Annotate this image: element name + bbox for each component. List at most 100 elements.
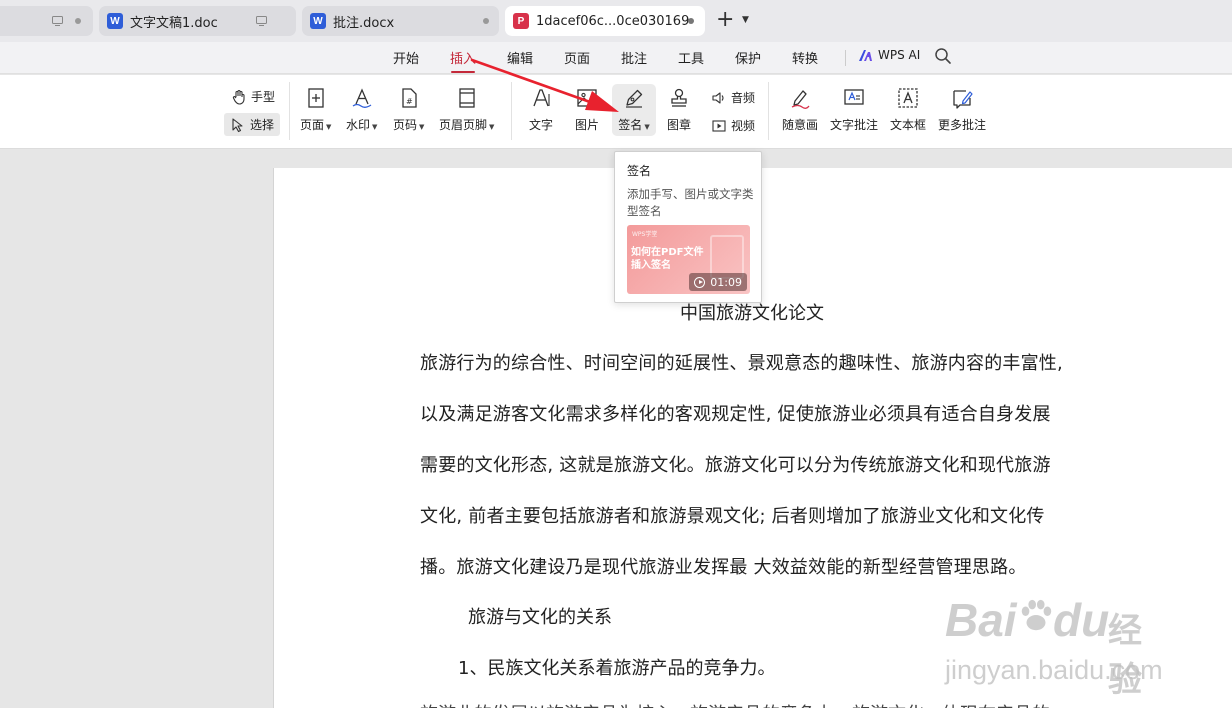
section-heading: 旅游与文化的关系: [468, 607, 612, 628]
stamp-button[interactable]: 图章: [667, 86, 691, 133]
select-tool-button[interactable]: 选择: [224, 113, 281, 136]
chevron-down-icon[interactable]: ▼: [742, 15, 749, 25]
watermark-button[interactable]: 水印 ▼: [346, 86, 377, 133]
paragraph-line: 需要的文化形态, 这就是旅游文化。旅游文化可以分为传统旅游文化和现代旅游: [420, 455, 1051, 476]
page-button[interactable]: 页面 ▼: [300, 86, 331, 133]
stamp-icon: [671, 88, 687, 107]
section-subheading: 1、民族文化关系着旅游产品的竞争力。: [458, 658, 776, 679]
new-tab-button[interactable]: +: [716, 9, 734, 31]
page-label: 页面: [300, 118, 325, 132]
select-tool-label: 选择: [250, 118, 275, 132]
menu-insert[interactable]: 插入: [450, 48, 476, 73]
tab-document-1[interactable]: W 文字文稿1.doc: [99, 6, 296, 36]
watermark-url: jingyan.baidu.com: [945, 655, 1163, 685]
tab-label: 批注.docx: [333, 15, 395, 31]
tab-comments-docx[interactable]: W 批注.docx: [302, 6, 499, 36]
tab-status-dot: [75, 18, 81, 24]
search-icon[interactable]: [933, 46, 953, 66]
freehand-label: 随意画: [782, 118, 819, 132]
tab-previous[interactable]: [0, 6, 93, 36]
word-doc-icon: W: [107, 13, 123, 29]
page-number-button[interactable]: # 页码 ▼: [393, 86, 424, 133]
menu-convert[interactable]: 转换: [792, 48, 818, 67]
textbox-icon: [898, 88, 918, 108]
video-title: 如何在PDF文件插入签名: [631, 247, 704, 271]
audio-button[interactable]: 音频: [706, 87, 760, 108]
menu-start[interactable]: 开始: [393, 48, 419, 67]
tooltip-description: 添加手写、图片或文字类型签名: [627, 187, 754, 218]
chevron-down-icon: ▼: [644, 123, 650, 131]
pen-signature-icon: [626, 89, 643, 108]
tab-label: 文字文稿1.doc: [130, 15, 218, 31]
signature-button[interactable]: 签名 ▼: [612, 84, 656, 136]
menu-protect[interactable]: 保护: [735, 48, 761, 67]
page-number-label: 页码: [393, 118, 418, 132]
watermark-label: 水印: [346, 118, 371, 132]
more-comments-button[interactable]: 更多批注: [938, 86, 986, 133]
paragraph-line: 播。旅游文化建设乃是现代旅游业发挥最 大效益效能的新型经营管理思路。: [420, 557, 1027, 578]
header-footer-button[interactable]: 页眉页脚 ▼: [439, 86, 494, 133]
video-label: 视频: [731, 119, 756, 133]
chevron-down-icon: ▼: [372, 123, 378, 131]
text-button[interactable]: 文字: [529, 86, 553, 133]
chevron-down-icon: ▼: [489, 123, 495, 131]
header-footer-icon: [459, 88, 475, 108]
chevron-down-icon: ▼: [419, 123, 425, 131]
menu-edit[interactable]: 编辑: [507, 48, 533, 67]
word-doc-icon: W: [310, 13, 326, 29]
image-icon: [577, 89, 597, 107]
svg-text:#: #: [406, 97, 413, 106]
more-comments-label: 更多批注: [938, 118, 987, 132]
menu-page[interactable]: 页面: [564, 48, 590, 67]
hand-tool-label: 手型: [251, 90, 276, 104]
video-duration-badge: 01:09: [689, 273, 747, 291]
wps-ai-logo-icon: [859, 49, 872, 61]
tab-bar: W 文字文稿1.doc W 批注.docx P 1dacef06c...0ce0…: [0, 0, 1232, 42]
pdf-doc-icon: P: [513, 13, 529, 29]
ribbon-divider: [511, 82, 512, 140]
video-button[interactable]: 视频: [706, 115, 760, 136]
tab-status-dot: [688, 18, 694, 24]
signature-tooltip: 签名 添加手写、图片或文字类型签名 WPS学堂 如何在PDF文件插入签名 01:…: [614, 151, 762, 303]
menu-comment[interactable]: 批注: [621, 48, 647, 67]
page-number-icon: #: [402, 88, 417, 108]
hand-tool-button[interactable]: 手型: [226, 86, 280, 107]
text-icon: [533, 89, 550, 107]
watermark-service: 经验: [1108, 612, 1142, 699]
more-comments-icon: [953, 90, 973, 109]
signature-label: 签名: [618, 118, 643, 132]
video-duration: 01:09: [710, 275, 742, 289]
image-label: 图片: [575, 118, 600, 132]
header-footer-label: 页眉页脚: [439, 118, 488, 132]
tab-status-dot: [483, 18, 489, 24]
monitor-icon: [52, 16, 63, 27]
video-icon: [712, 119, 726, 132]
tutorial-video-thumbnail[interactable]: WPS学堂 如何在PDF文件插入签名 01:09: [627, 225, 750, 294]
watermark-brand-suffix: du: [1053, 594, 1110, 646]
monitor-icon: [256, 16, 267, 27]
tab-label: 1dacef06c...0ce030169: [536, 13, 690, 29]
watermark-icon: [352, 88, 372, 108]
audio-label: 音频: [731, 91, 756, 105]
text-label: 文字: [529, 118, 554, 132]
tooltip-title: 签名: [627, 164, 652, 178]
menu-tools[interactable]: 工具: [678, 48, 704, 67]
ribbon-divider: [768, 82, 769, 140]
hand-icon: [232, 89, 245, 105]
paragraph-line: 文化, 前者主要包括旅游者和旅游景观文化; 后者则增加了旅游业文化和文化传: [420, 506, 1045, 527]
watermark-brand: Bai: [945, 594, 1017, 646]
paw-icon: [1021, 599, 1052, 631]
stamp-label: 图章: [667, 118, 692, 132]
textbox-button[interactable]: 文本框: [890, 86, 926, 133]
play-icon: [694, 276, 706, 288]
text-comment-label: 文字批注: [830, 118, 879, 132]
freehand-button[interactable]: 随意画: [782, 86, 818, 133]
wps-ai-button[interactable]: WPS AI: [858, 48, 920, 62]
add-page-icon: [308, 88, 324, 108]
speaker-icon: [712, 91, 724, 104]
text-comment-button[interactable]: 文字批注: [830, 86, 878, 133]
text-comment-icon: [844, 89, 864, 105]
tab-pdf-active[interactable]: P 1dacef06c...0ce030169: [505, 6, 705, 36]
image-button[interactable]: 图片: [575, 86, 599, 133]
menu-bar: [0, 42, 1232, 74]
